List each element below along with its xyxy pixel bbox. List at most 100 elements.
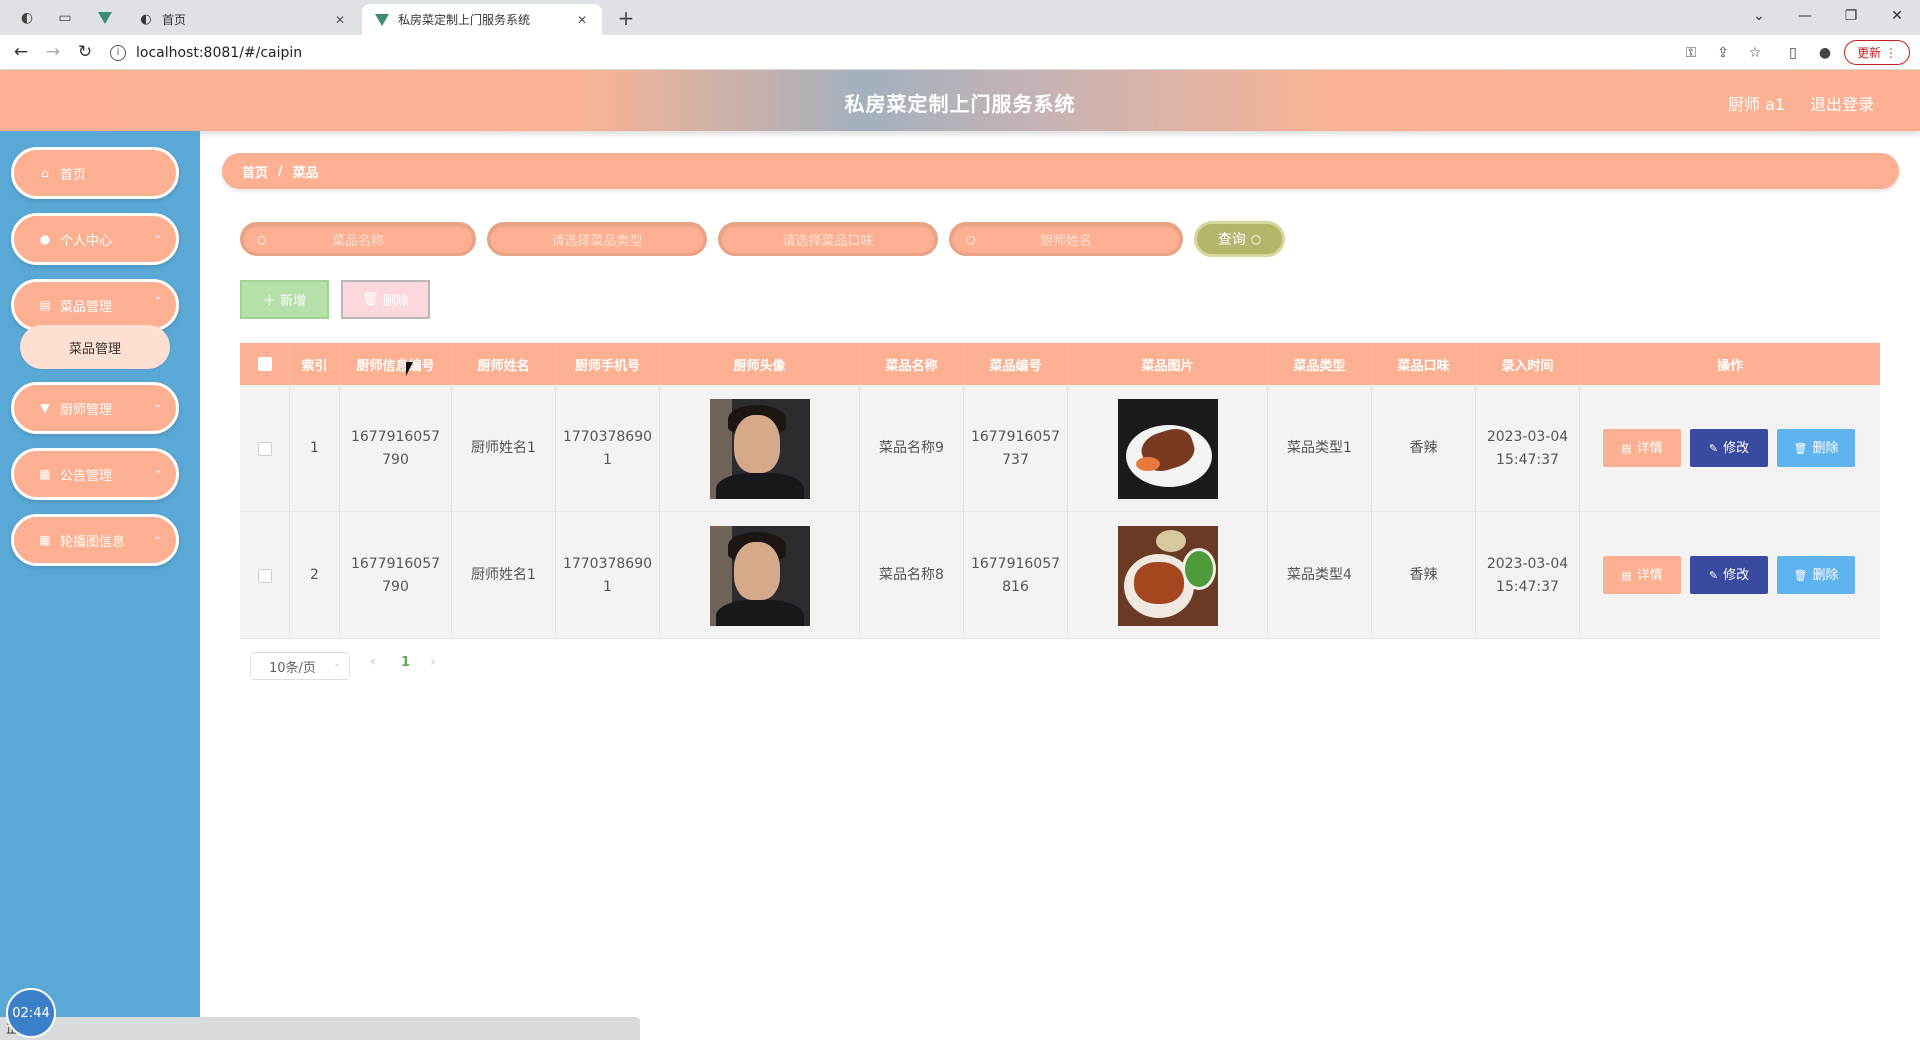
profile-icon[interactable]: ● (1814, 42, 1836, 64)
search-icon: ○ (1250, 232, 1262, 246)
placeholder: 请选择菜品类型 (551, 233, 643, 249)
vue-logo-icon (98, 12, 112, 24)
share-icon[interactable]: ⇪ (1712, 42, 1734, 64)
cell-index: 2 (290, 512, 340, 639)
sidebar-item-chefs[interactable]: ▼ 厨师管理 ⌄ (11, 382, 179, 434)
column-header: 索引 (290, 343, 340, 385)
sidebar-item-carousel[interactable]: ▦ 轮播图信息 ⌄ (11, 514, 179, 566)
delete-button[interactable]: 🗑 删除 (1777, 556, 1855, 594)
update-button[interactable]: 更新 ⋮ (1844, 40, 1910, 65)
next-page-icon[interactable]: › (430, 654, 436, 670)
cell-avatar (660, 512, 860, 639)
user-icon: ● (39, 232, 51, 246)
globe-icon: ◐ (140, 12, 152, 27)
edit-button[interactable]: ✎ 修改 (1690, 556, 1768, 594)
row-checkbox[interactable] (257, 568, 272, 583)
breadcrumb-current: 菜品 (292, 165, 319, 181)
pinned-tab-2[interactable]: ▭ (52, 6, 78, 30)
cell-line: 1677916057 (970, 555, 1061, 572)
prev-page-icon[interactable]: ‹ (370, 654, 376, 670)
star-icon[interactable]: ☆ (1744, 42, 1766, 64)
sidebar-item-profile[interactable]: ● 个人中心 ⌄ (11, 213, 179, 265)
tab-search-icon[interactable]: ⌄ (1736, 2, 1782, 30)
sidebar-item-notices[interactable]: ▦ 公告管理 ⌄ (11, 448, 179, 500)
home-icon: ⌂ (41, 166, 49, 180)
floating-clock[interactable]: 02:44 (6, 988, 56, 1038)
logout-link[interactable]: 退出登录 (1810, 91, 1874, 115)
pinned-tab-3[interactable] (92, 6, 118, 30)
search-icon: ○ (966, 232, 976, 246)
column-header: 菜品图片 (1068, 343, 1268, 385)
page-size-select[interactable]: 10条/页 ⌄ (250, 652, 350, 680)
query-label: 查询 (1217, 232, 1246, 248)
query-button[interactable]: 查询 ○ (1194, 221, 1285, 257)
cell-line: 737 (1002, 451, 1029, 468)
row-checkbox[interactable] (257, 441, 272, 456)
chef-icon: ▼ (40, 401, 50, 415)
close-window-icon[interactable]: ✕ (1874, 2, 1920, 30)
update-label: 更新 (1857, 46, 1882, 60)
batch-delete-button[interactable]: 🗑 删除 (341, 280, 430, 319)
column-header: 厨师姓名 (452, 343, 556, 385)
cell-line: 816 (1002, 578, 1029, 595)
page-number[interactable]: 1 (401, 655, 410, 670)
forward-icon[interactable]: → (40, 39, 66, 65)
add-button[interactable]: ＋ 新增 (240, 280, 329, 319)
tab-home[interactable]: ◐ 首页 ✕ (126, 4, 360, 35)
row-select[interactable] (240, 385, 290, 512)
sidebar-item-label: 首页 (60, 167, 87, 183)
chevron-down-icon: ⌄ (333, 659, 341, 669)
dish-name-input[interactable]: ○ 菜品名称 (240, 222, 476, 256)
row-select[interactable] (240, 512, 290, 639)
select-all-checkbox[interactable] (257, 357, 272, 371)
back-icon[interactable]: ← (8, 39, 34, 65)
tab-title: 私房菜定制上门服务系统 (398, 13, 531, 27)
dish-flavor-select[interactable]: 请选择菜品口味 (718, 222, 938, 256)
close-icon[interactable]: ✕ (574, 12, 590, 28)
cell-line: 1677916057 (350, 428, 441, 445)
column-header: 录入时间 (1476, 343, 1580, 385)
cell-dish-name: 菜品名称9 (860, 385, 964, 512)
detail-button[interactable]: ▤ 详情 (1603, 429, 1681, 467)
cell-dish-photo (1068, 512, 1268, 639)
info-icon[interactable]: i (110, 44, 126, 61)
detail-button[interactable]: ▤ 详情 (1603, 556, 1681, 594)
dish-type-select[interactable]: 请选择菜品类型 (487, 222, 707, 256)
pencil-icon: ✎ (1708, 568, 1719, 582)
sidepanel-icon[interactable]: ▯ (1782, 42, 1804, 64)
cell-dish-type: 菜品类型1 (1268, 385, 1372, 512)
address-bar[interactable]: i localhost:8081/#/caipin (110, 39, 1660, 66)
trash-icon: 🗑 (362, 292, 379, 307)
delete-label: 删除 (1812, 567, 1839, 583)
dish-table: 索引 厨师信息编号 厨师姓名 厨师手机号 厨师头像 菜品名称 菜品编号 菜品图片… (240, 343, 1880, 640)
new-tab-icon[interactable]: + (612, 6, 640, 30)
delete-button[interactable]: 🗑 删除 (1777, 429, 1855, 467)
edit-button[interactable]: ✎ 修改 (1690, 429, 1768, 467)
cell-index: 1 (290, 385, 340, 512)
header-select-all[interactable] (240, 343, 290, 385)
cell-line: 15:47:37 (1496, 451, 1559, 468)
sidebar-item-label: 厨师管理 (60, 402, 113, 418)
tab-active[interactable]: 私房菜定制上门服务系统 ✕ (362, 4, 602, 35)
pinned-tab-1[interactable]: ◐ (14, 6, 40, 30)
delete-label: 删除 (1812, 440, 1839, 456)
close-icon[interactable]: ✕ (332, 12, 348, 28)
reload-icon[interactable]: ↻ (72, 39, 98, 65)
app-header: 私房菜定制上门服务系统 厨师 a1 退出登录 (0, 70, 1920, 131)
page-icon: ▭ (58, 10, 72, 26)
key-icon[interactable]: ⚿ (1680, 42, 1702, 64)
minimize-icon[interactable]: — (1782, 2, 1828, 30)
cell-flavor: 香辣 (1372, 385, 1476, 512)
sidebar-subitem-dish-management[interactable]: 菜品管理 (20, 325, 170, 369)
edit-label: 修改 (1723, 440, 1750, 456)
globe-icon: ◐ (20, 10, 34, 26)
sidebar-item-dishes[interactable]: ▤ 菜品管理 ⌃ (11, 279, 179, 331)
breadcrumb-home[interactable]: 首页 (242, 162, 268, 181)
sidebar-item-home[interactable]: ⌂ 首页 (11, 147, 179, 199)
placeholder: 菜品名称 (331, 233, 384, 249)
table-row: 2 1677916057 790 厨师姓名1 1770378690 1 菜品名称8 … (240, 512, 1880, 639)
restore-icon[interactable]: ❐ (1828, 2, 1874, 30)
chef-name-input[interactable]: ○ 厨师姓名 (949, 222, 1183, 256)
sidebar-item-label: 公告管理 (60, 468, 113, 484)
delete-label: 删除 (382, 294, 409, 309)
